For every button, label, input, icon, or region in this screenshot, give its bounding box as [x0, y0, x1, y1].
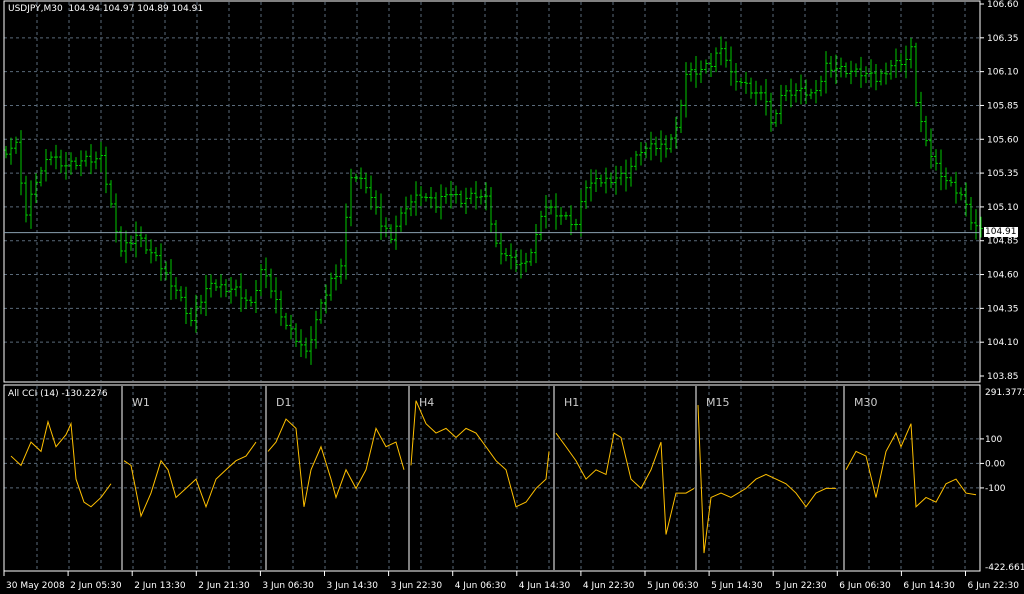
x-tick-label: 30 May 2008 [6, 581, 65, 591]
bid-price-label: 104.91 [984, 227, 1018, 237]
cci-line [697, 405, 836, 554]
y-tick-label: 103.85 [987, 372, 1019, 382]
cci-tick-label: 0.00 [985, 459, 1005, 469]
timeframe-label: H4 [419, 396, 434, 409]
x-tick-label: 3 Jun 14:30 [327, 581, 379, 591]
close-value: 104.91 [171, 4, 204, 14]
cci-indicator: W1 D1 H4 H1 M15 M30 [10, 386, 977, 570]
cci-line [845, 423, 977, 508]
indicator-label: All CCI (14) -130.2276 [8, 389, 108, 399]
y-tick-label: 104.85 [987, 237, 1019, 247]
cci-line [123, 441, 257, 518]
x-tick-label: 2 Jun 13:30 [134, 581, 186, 591]
timeframe-label: M15 [706, 396, 730, 409]
x-tick-label: 5 Jun 14:30 [711, 581, 763, 591]
x-tick-label: 3 Jun 06:30 [262, 581, 314, 591]
y-tick-label: 106.10 [987, 68, 1019, 78]
cci-tick-label: -100 [985, 484, 1006, 494]
symbol-label: USDJPY,M30 [8, 4, 63, 14]
x-tick-label: 6 Jun 06:30 [839, 581, 891, 591]
grid [4, 2, 980, 570]
cci-tick-label: 100 [985, 435, 1002, 445]
x-tick-label: 4 Jun 06:30 [455, 581, 507, 591]
y-tick-label: 105.10 [987, 203, 1019, 213]
cci-line [410, 400, 550, 508]
x-tick-label: 4 Jun 22:30 [583, 581, 635, 591]
timeframe-label: M30 [854, 396, 878, 409]
y-tick-label: 104.60 [987, 271, 1019, 281]
price-bars [4, 36, 983, 365]
timeframe-label: W1 [132, 396, 150, 409]
chart-canvas[interactable]: W1 D1 H4 H1 M15 M30 106.60106.35106.10105.851… [0, 0, 1024, 594]
axes: 106.60 106.35 106.10 105.85 105.60 105.35 105.… [3, 0, 1024, 591]
timeframe-label: H1 [564, 396, 579, 409]
indicator-panel-frame [3, 384, 981, 572]
cci-tick-label: -422.661 [985, 563, 1024, 573]
y-tick-label: 105.85 [987, 101, 1019, 111]
x-tick-label: 2 Jun 21:30 [198, 581, 250, 591]
x-tick-label: 6 Jun 22:30 [968, 581, 1020, 591]
x-tick-label: 6 Jun 14:30 [903, 581, 955, 591]
cci-tick-label: 291.3773 [985, 388, 1024, 398]
x-tick-label: 5 Jun 22:30 [775, 581, 827, 591]
timeframe-label: D1 [276, 396, 291, 409]
cci-line [10, 419, 112, 508]
cci-line [555, 432, 695, 535]
y-tick-label: 106.35 [987, 34, 1019, 44]
x-tick-label: 5 Jun 06:30 [647, 581, 699, 591]
low-value: 104.89 [137, 4, 169, 14]
y-tick-label: 105.60 [987, 135, 1019, 145]
x-tick-label: 3 Jun 22:30 [391, 581, 443, 591]
y-tick-label: 106.60 [987, 0, 1019, 10]
high-value: 104.97 [102, 4, 135, 14]
chart-header: USDJPY,M30 104.94 104.97 104.89 104.91 [8, 4, 203, 14]
y-tick-label: 104.10 [987, 338, 1019, 348]
open-value: 104.94 [68, 4, 100, 14]
x-tick-label: 4 Jun 14:30 [519, 581, 571, 591]
y-tick-label: 104.35 [987, 304, 1019, 314]
price-panel-frame [3, 0, 981, 383]
x-tick-label: 2 Jun 05:30 [70, 581, 122, 591]
y-tick-label: 105.35 [987, 169, 1019, 179]
